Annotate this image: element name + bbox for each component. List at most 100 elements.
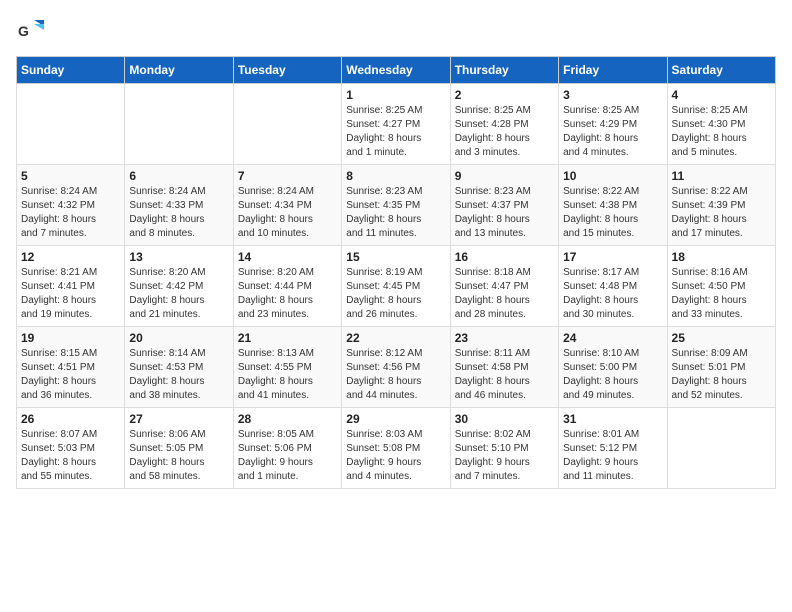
day-info: Sunrise: 8:01 AM Sunset: 5:12 PM Dayligh… — [563, 428, 662, 484]
calendar-cell: 24 Sunrise: 8:10 AM Sunset: 5:00 PM Dayli… — [559, 327, 667, 408]
day-info: Sunrise: 8:12 AM Sunset: 4:56 PM Dayligh… — [346, 347, 445, 403]
day-number: 12 — [21, 250, 120, 264]
calendar-cell: 7 Sunrise: 8:24 AM Sunset: 4:34 PM Daylig… — [233, 165, 341, 246]
day-number: 27 — [129, 412, 228, 426]
day-number: 14 — [238, 250, 337, 264]
calendar-week-row: 5 Sunrise: 8:24 AM Sunset: 4:32 PM Daylig… — [17, 165, 776, 246]
calendar-cell: 15Sunrise: 8:19 AM Sunset: 4:45 PM Dayli… — [342, 246, 450, 327]
day-number: 13 — [129, 250, 228, 264]
weekday-header: Saturday — [667, 57, 775, 84]
calendar-week-row: 1 Sunrise: 8:25 AM Sunset: 4:27 PM Daylig… — [17, 84, 776, 165]
calendar-cell: 6Sunrise: 8:24 AM Sunset: 4:33 PM Daylig… — [125, 165, 233, 246]
day-number: 24 — [563, 331, 662, 345]
day-info: Sunrise: 8:22 AM Sunset: 4:38 PM Dayligh… — [563, 185, 662, 241]
day-info: Sunrise: 8:05 AM Sunset: 5:06 PM Dayligh… — [238, 428, 337, 484]
day-info: Sunrise: 8:25 AM Sunset: 4:28 PM Dayligh… — [455, 104, 554, 160]
weekday-header: Sunday — [17, 57, 125, 84]
day-info: Sunrise: 8:24 AM Sunset: 4:33 PM Dayligh… — [129, 185, 228, 241]
day-number: 2 — [455, 88, 554, 102]
day-info: Sunrise: 8:02 AM Sunset: 5:10 PM Dayligh… — [455, 428, 554, 484]
calendar: SundayMondayTuesdayWednesdayThursdayFrid… — [16, 56, 776, 489]
svg-text:G: G — [18, 23, 29, 39]
day-number: 7 — [238, 169, 337, 183]
day-info: Sunrise: 8:24 AM Sunset: 4:32 PM Dayligh… — [21, 185, 120, 241]
day-number: 9 — [455, 169, 554, 183]
calendar-cell: 12 Sunrise: 8:21 AM Sunset: 4:41 PM Dayli… — [17, 246, 125, 327]
calendar-cell: 10 Sunrise: 8:22 AM Sunset: 4:38 PM Dayli… — [559, 165, 667, 246]
calendar-cell: 21 Sunrise: 8:13 AM Sunset: 4:55 PM Dayli… — [233, 327, 341, 408]
calendar-header: SundayMondayTuesdayWednesdayThursdayFrid… — [17, 57, 776, 84]
day-info: Sunrise: 8:20 AM Sunset: 4:44 PM Dayligh… — [238, 266, 337, 322]
weekday-header: Thursday — [450, 57, 558, 84]
day-number: 8 — [346, 169, 445, 183]
day-number: 22 — [346, 331, 445, 345]
logo-icon: G — [16, 16, 44, 44]
day-number: 4 — [672, 88, 771, 102]
calendar-cell: 28 Sunrise: 8:05 AM Sunset: 5:06 PM Dayli… — [233, 408, 341, 489]
calendar-cell: 16 Sunrise: 8:18 AM Sunset: 4:47 PM Dayli… — [450, 246, 558, 327]
calendar-cell: 29Sunrise: 8:03 AM Sunset: 5:08 PM Dayli… — [342, 408, 450, 489]
day-number: 25 — [672, 331, 771, 345]
day-info: Sunrise: 8:15 AM Sunset: 4:51 PM Dayligh… — [21, 347, 120, 403]
day-info: Sunrise: 8:24 AM Sunset: 4:34 PM Dayligh… — [238, 185, 337, 241]
day-number: 28 — [238, 412, 337, 426]
day-number: 31 — [563, 412, 662, 426]
calendar-cell: 8 Sunrise: 8:23 AM Sunset: 4:35 PM Daylig… — [342, 165, 450, 246]
day-number: 23 — [455, 331, 554, 345]
calendar-cell: 9 Sunrise: 8:23 AM Sunset: 4:37 PM Daylig… — [450, 165, 558, 246]
day-number: 15 — [346, 250, 445, 264]
calendar-cell: 25 Sunrise: 8:09 AM Sunset: 5:01 PM Dayli… — [667, 327, 775, 408]
calendar-cell: 3Sunrise: 8:25 AM Sunset: 4:29 PM Daylig… — [559, 84, 667, 165]
day-number: 1 — [346, 88, 445, 102]
day-info: Sunrise: 8:13 AM Sunset: 4:55 PM Dayligh… — [238, 347, 337, 403]
calendar-week-row: 19 Sunrise: 8:15 AM Sunset: 4:51 PM Dayli… — [17, 327, 776, 408]
day-info: Sunrise: 8:16 AM Sunset: 4:50 PM Dayligh… — [672, 266, 771, 322]
calendar-cell: 1 Sunrise: 8:25 AM Sunset: 4:27 PM Daylig… — [342, 84, 450, 165]
day-info: Sunrise: 8:21 AM Sunset: 4:41 PM Dayligh… — [21, 266, 120, 322]
day-number: 19 — [21, 331, 120, 345]
calendar-cell — [17, 84, 125, 165]
day-info: Sunrise: 8:18 AM Sunset: 4:47 PM Dayligh… — [455, 266, 554, 322]
day-info: Sunrise: 8:11 AM Sunset: 4:58 PM Dayligh… — [455, 347, 554, 403]
day-info: Sunrise: 8:20 AM Sunset: 4:42 PM Dayligh… — [129, 266, 228, 322]
day-number: 5 — [21, 169, 120, 183]
calendar-cell — [233, 84, 341, 165]
day-info: Sunrise: 8:10 AM Sunset: 5:00 PM Dayligh… — [563, 347, 662, 403]
calendar-cell: 30 Sunrise: 8:02 AM Sunset: 5:10 PM Dayli… — [450, 408, 558, 489]
calendar-cell: 11 Sunrise: 8:22 AM Sunset: 4:39 PM Dayli… — [667, 165, 775, 246]
day-number: 11 — [672, 169, 771, 183]
calendar-cell: 19 Sunrise: 8:15 AM Sunset: 4:51 PM Dayli… — [17, 327, 125, 408]
calendar-cell: 4 Sunrise: 8:25 AM Sunset: 4:30 PM Daylig… — [667, 84, 775, 165]
day-info: Sunrise: 8:09 AM Sunset: 5:01 PM Dayligh… — [672, 347, 771, 403]
day-info: Sunrise: 8:07 AM Sunset: 5:03 PM Dayligh… — [21, 428, 120, 484]
calendar-cell: 31 Sunrise: 8:01 AM Sunset: 5:12 PM Dayli… — [559, 408, 667, 489]
calendar-cell — [667, 408, 775, 489]
day-info: Sunrise: 8:25 AM Sunset: 4:29 PM Dayligh… — [563, 104, 662, 160]
weekday-header: Tuesday — [233, 57, 341, 84]
calendar-cell: 27Sunrise: 8:06 AM Sunset: 5:05 PM Dayli… — [125, 408, 233, 489]
day-info: Sunrise: 8:22 AM Sunset: 4:39 PM Dayligh… — [672, 185, 771, 241]
day-number: 20 — [129, 331, 228, 345]
calendar-cell: 22 Sunrise: 8:12 AM Sunset: 4:56 PM Dayli… — [342, 327, 450, 408]
calendar-cell: 2 Sunrise: 8:25 AM Sunset: 4:28 PM Daylig… — [450, 84, 558, 165]
calendar-cell: 26 Sunrise: 8:07 AM Sunset: 5:03 PM Dayli… — [17, 408, 125, 489]
day-number: 10 — [563, 169, 662, 183]
day-number: 30 — [455, 412, 554, 426]
day-info: Sunrise: 8:25 AM Sunset: 4:27 PM Dayligh… — [346, 104, 445, 160]
day-number: 29 — [346, 412, 445, 426]
day-number: 17 — [563, 250, 662, 264]
day-number: 16 — [455, 250, 554, 264]
day-number: 26 — [21, 412, 120, 426]
day-number: 21 — [238, 331, 337, 345]
calendar-cell: 14 Sunrise: 8:20 AM Sunset: 4:44 PM Dayli… — [233, 246, 341, 327]
weekday-header: Friday — [559, 57, 667, 84]
calendar-week-row: 12 Sunrise: 8:21 AM Sunset: 4:41 PM Dayli… — [17, 246, 776, 327]
calendar-cell: 23 Sunrise: 8:11 AM Sunset: 4:58 PM Dayli… — [450, 327, 558, 408]
day-info: Sunrise: 8:14 AM Sunset: 4:53 PM Dayligh… — [129, 347, 228, 403]
header: G — [16, 16, 776, 44]
day-info: Sunrise: 8:23 AM Sunset: 4:35 PM Dayligh… — [346, 185, 445, 241]
day-number: 18 — [672, 250, 771, 264]
day-info: Sunrise: 8:23 AM Sunset: 4:37 PM Dayligh… — [455, 185, 554, 241]
day-info: Sunrise: 8:25 AM Sunset: 4:30 PM Dayligh… — [672, 104, 771, 160]
calendar-cell: 17Sunrise: 8:17 AM Sunset: 4:48 PM Dayli… — [559, 246, 667, 327]
